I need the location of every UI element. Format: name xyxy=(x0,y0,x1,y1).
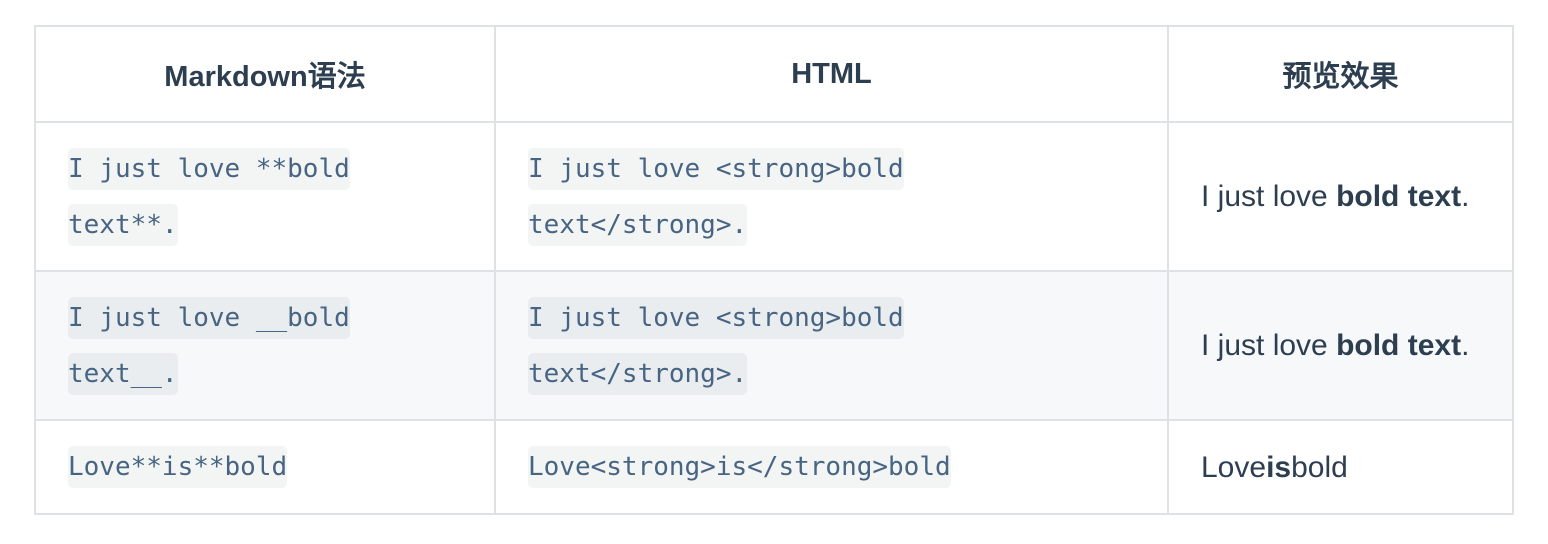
markdown-code: I just love __bold text__. xyxy=(68,296,350,395)
table-row: Love**is**bold Love<strong>is</strong>bo… xyxy=(34,419,1514,515)
html-cell: I just love <strong>bold text</strong>. xyxy=(494,270,1169,421)
table-header-row: Markdown语法 HTML 预览效果 xyxy=(34,25,1514,123)
table-row: I just love **bold text**. I just love <… xyxy=(34,121,1514,272)
markdown-code: I just love **bold text**. xyxy=(68,147,350,246)
preview-cell: I just love bold text. xyxy=(1167,121,1514,272)
preview-text-after: . xyxy=(1461,180,1470,213)
markdown-bold-table-container: Markdown语法 HTML 预览效果 I just love **bold … xyxy=(34,25,1514,515)
preview-cell: I just love bold text. xyxy=(1167,270,1514,421)
preview-text-after: bold xyxy=(1291,450,1348,484)
preview-cell: Loveisbold xyxy=(1167,419,1514,515)
preview-text-after: . xyxy=(1461,329,1470,362)
preview-text-before: I just love xyxy=(1201,180,1337,213)
markdown-code: Love**is**bold xyxy=(68,446,288,488)
html-code: I just love <strong>bold text</strong>. xyxy=(528,296,904,395)
preview-bold-text: bold text xyxy=(1336,180,1462,213)
header-preview: 预览效果 xyxy=(1167,25,1514,123)
table-row: I just love __bold text__. I just love <… xyxy=(34,270,1514,421)
preview-bold-text: is xyxy=(1266,450,1292,484)
html-cell: I just love <strong>bold text</strong>. xyxy=(494,121,1169,272)
preview-text-before: Love xyxy=(1201,450,1267,484)
markdown-cell: I just love **bold text**. xyxy=(34,121,496,272)
header-html: HTML xyxy=(494,25,1169,123)
markdown-cell: I just love __bold text__. xyxy=(34,270,496,421)
markdown-bold-table: Markdown语法 HTML 预览效果 I just love **bold … xyxy=(34,25,1514,515)
preview-bold-text: bold text xyxy=(1336,329,1462,362)
html-code: Love<strong>is</strong>bold xyxy=(528,446,951,488)
preview-text-before: I just love xyxy=(1201,329,1337,362)
html-code: I just love <strong>bold text</strong>. xyxy=(528,147,904,246)
header-markdown-syntax: Markdown语法 xyxy=(34,25,496,123)
html-cell: Love<strong>is</strong>bold xyxy=(494,419,1169,515)
markdown-cell: Love**is**bold xyxy=(34,419,496,515)
